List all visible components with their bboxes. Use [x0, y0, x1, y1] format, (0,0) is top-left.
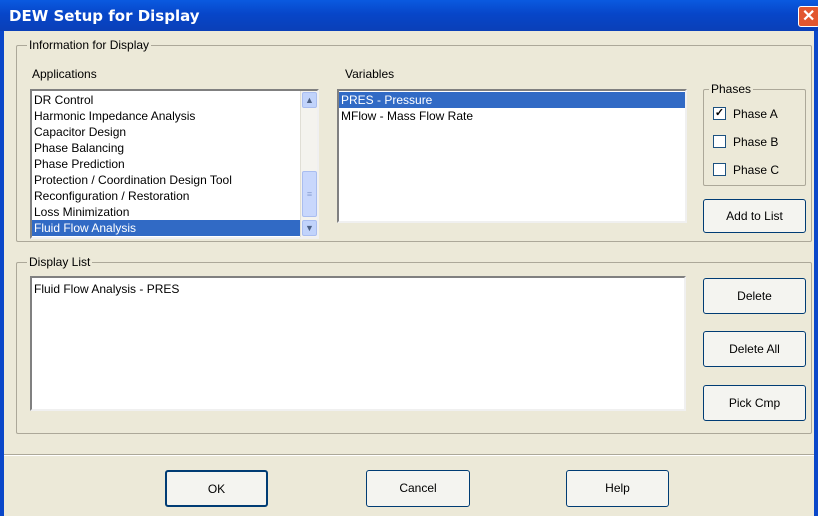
scroll-down-button[interactable]: ▼ [302, 220, 317, 236]
application-item[interactable]: Reconfiguration / Restoration [32, 188, 300, 204]
pick-cmp-button[interactable]: Pick Cmp [703, 385, 806, 421]
applications-listbox[interactable]: DR Control Harmonic Impedance Analysis Cap… [30, 89, 319, 239]
application-item[interactable]: Phase Prediction [32, 156, 300, 172]
window-title: DEW Setup for Display [9, 7, 200, 25]
scroll-up-button[interactable]: ▲ [302, 92, 317, 108]
application-item[interactable]: DR Control [32, 92, 300, 108]
display-list-items: Fluid Flow Analysis - PRES [32, 281, 682, 297]
display-list-legend: Display List [27, 255, 93, 269]
close-button[interactable]: ✕ [798, 6, 818, 27]
chevron-up-icon: ▲ [305, 95, 314, 105]
variable-item[interactable]: MFlow - Mass Flow Rate [339, 108, 685, 124]
ok-button[interactable]: OK [165, 470, 268, 507]
variables-label: Variables [345, 67, 395, 81]
phase-label: Phase B [733, 135, 779, 149]
scroll-thumb[interactable]: ≡ [302, 171, 317, 217]
applications-scrollbar[interactable]: ▲ ≡ ▼ [300, 91, 317, 237]
application-item[interactable]: Protection / Coordination Design Tool [32, 172, 300, 188]
footer-separator [4, 454, 814, 456]
window-frame-right [814, 31, 818, 516]
application-item[interactable]: Phase Balancing [32, 140, 300, 156]
information-group-legend: Information for Display [27, 38, 152, 52]
close-icon: ✕ [802, 8, 816, 25]
phase-checkbox[interactable]: ✓ [713, 107, 726, 120]
display-list-item[interactable]: Fluid Flow Analysis - PRES [32, 281, 682, 297]
display-listbox[interactable]: Fluid Flow Analysis - PRES [30, 276, 686, 411]
phases-legend: Phases [709, 82, 754, 96]
window-frame-left [0, 31, 4, 516]
applications-list: DR Control Harmonic Impedance Analysis Cap… [32, 92, 300, 236]
application-item[interactable]: Fluid Flow Analysis [32, 220, 300, 236]
help-button[interactable]: Help [566, 470, 669, 507]
grip-icon: ≡ [306, 189, 313, 199]
variable-item[interactable]: PRES - Pressure [339, 92, 685, 108]
application-item[interactable]: Capacitor Design [32, 124, 300, 140]
delete-all-button[interactable]: Delete All [703, 331, 806, 367]
applications-label: Applications [32, 67, 97, 81]
application-item[interactable]: Loss Minimization [32, 204, 300, 220]
delete-button[interactable]: Delete [703, 278, 806, 314]
phase-checkbox[interactable] [713, 163, 726, 176]
variables-listbox[interactable]: PRES - Pressure MFlow - Mass Flow Rate [337, 89, 687, 223]
title-bar: DEW Setup for Display ✕ [0, 0, 818, 31]
phase-label: Phase A [733, 107, 778, 121]
phase-checkbox[interactable] [713, 135, 726, 148]
application-item[interactable]: Harmonic Impedance Analysis [32, 108, 300, 124]
phase-label: Phase C [733, 163, 780, 177]
add-to-list-button[interactable]: Add to List [703, 199, 806, 233]
variables-list: PRES - Pressure MFlow - Mass Flow Rate [339, 92, 685, 124]
cancel-button[interactable]: Cancel [366, 470, 470, 507]
chevron-down-icon: ▼ [305, 223, 314, 233]
